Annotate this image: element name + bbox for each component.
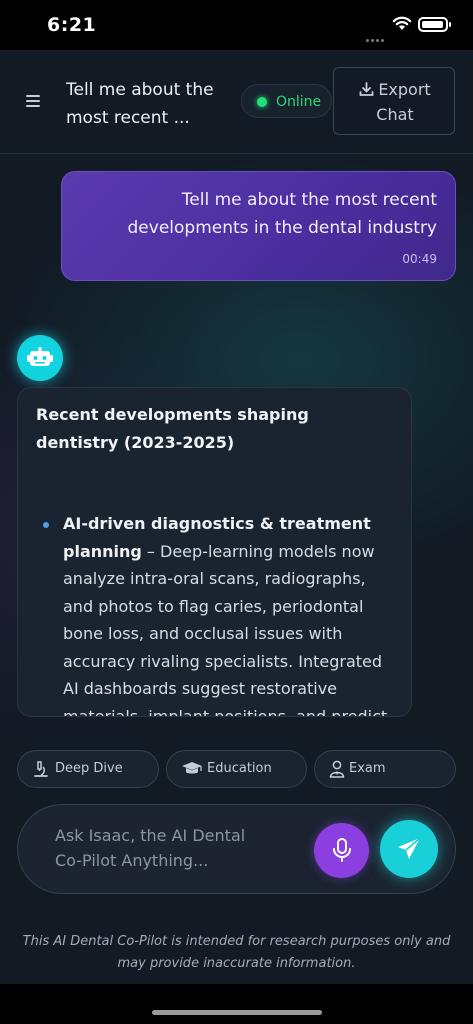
exam-label: Exam	[349, 761, 386, 776]
export-label-line1: Export	[378, 80, 431, 99]
send-button[interactable]	[380, 820, 438, 878]
user-doctor-icon	[329, 760, 345, 778]
chat-screen: Tell me about the most recent ... Online…	[0, 50, 473, 984]
chat-title: Tell me about the most recent ...	[66, 80, 214, 128]
robot-icon	[27, 347, 53, 366]
user-message-text: Tell me about the most recent developmen…	[127, 190, 437, 238]
online-status-badge: Online	[241, 84, 332, 118]
assistant-bullet-item: AI-driven diagnostics & treatment planni…	[63, 510, 398, 717]
chat-header: Tell me about the most recent ... Online…	[0, 50, 473, 154]
user-message-bubble: Tell me about the most recent developmen…	[61, 171, 456, 281]
battery-icon	[418, 17, 451, 32]
deep-dive-label: Deep Dive	[55, 761, 123, 776]
signal-dots-icon	[366, 27, 386, 42]
export-chat-button[interactable]: Export Chat	[333, 67, 455, 135]
user-message-time: 00:49	[402, 252, 437, 266]
education-label: Education	[207, 761, 272, 776]
hamburger-menu-icon[interactable]	[26, 95, 40, 107]
wifi-icon	[392, 16, 412, 30]
quick-action-chips: Deep Dive Education Exam	[0, 750, 473, 790]
graduation-cap-icon	[182, 762, 202, 774]
home-indicator	[0, 984, 473, 1024]
message-input[interactable]: Ask Isaac, the AI Dental Co-Pilot Anythi…	[55, 823, 275, 873]
message-composer: Ask Isaac, the AI Dental Co-Pilot Anythi…	[17, 804, 456, 894]
microphone-icon	[333, 838, 351, 862]
bullet-dot-icon	[43, 522, 49, 528]
paper-plane-icon	[398, 837, 421, 859]
education-chip[interactable]: Education	[166, 750, 307, 788]
disclaimer-text: This AI Dental Co-Pilot is intended for …	[22, 934, 451, 971]
bullet-text: – Deep-learning models now analyze intra…	[63, 541, 388, 717]
deep-dive-chip[interactable]: Deep Dive	[17, 750, 159, 788]
online-dot-icon	[257, 97, 267, 107]
export-label-line2: Chat	[376, 105, 414, 124]
exam-chip[interactable]: Exam	[314, 750, 456, 788]
assistant-message-card: Recent developments shaping dentistry (2…	[17, 387, 412, 717]
microphone-button[interactable]	[314, 823, 369, 878]
microscope-icon	[34, 761, 48, 777]
bot-avatar	[17, 335, 63, 381]
status-time: 6:21	[47, 14, 97, 36]
assistant-heading: Recent developments shaping dentistry (2…	[36, 405, 309, 452]
status-bar: 6:21	[0, 0, 473, 50]
online-status-label: Online	[276, 94, 322, 110]
download-icon	[359, 82, 374, 96]
